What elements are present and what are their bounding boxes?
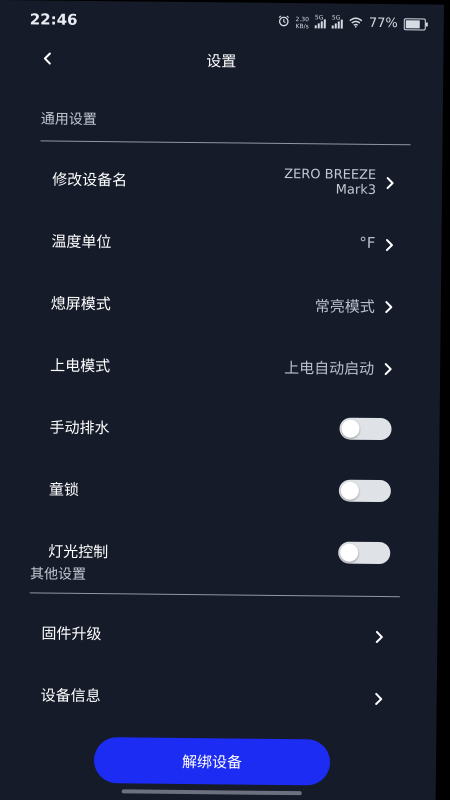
phone-frame: 22:46 2.30 KB/s 5G 5G 77% 设置 通用设置 修改设备名 … — [0, 0, 450, 800]
status-icons: 2.30 KB/s 5G 5G 77% — [277, 14, 426, 32]
cellular-signal-icon: 5G — [314, 14, 326, 29]
child-lock-toggle[interactable] — [338, 479, 391, 503]
page-title: 设置 — [206, 52, 237, 71]
device-name-line1: ZERO BREEZE — [284, 166, 377, 183]
settings-screen: 22:46 2.30 KB/s 5G 5G 77% 设置 通用设置 修改设备名 … — [0, 0, 444, 800]
chevron-right-icon — [385, 239, 393, 252]
row-label: 固件升级 — [41, 624, 102, 644]
battery-percent: 77% — [368, 15, 398, 32]
row-manual-drain: 手动排水 — [39, 406, 395, 450]
row-light-control: 灯光控制 — [38, 530, 394, 574]
row-device-info[interactable]: 设备信息 — [31, 674, 387, 718]
row-label: 修改设备名 — [52, 170, 128, 190]
wifi-icon — [349, 16, 363, 30]
chevron-right-icon — [384, 363, 392, 376]
row-power-on-mode[interactable]: 上电模式 上电自动启动 — [40, 344, 396, 388]
chevron-right-icon — [385, 301, 393, 314]
row-screen-off-mode[interactable]: 熄屏模式 常亮模式 — [41, 282, 397, 326]
signal-label: 5G — [331, 14, 341, 22]
row-label: 上电模式 — [50, 356, 111, 376]
alarm-icon — [277, 15, 289, 30]
network-speed: 2.30 KB/s — [295, 16, 309, 30]
section-divider — [40, 140, 411, 146]
section-divider — [29, 592, 400, 598]
row-label: 灯光控制 — [48, 542, 109, 562]
row-label: 童锁 — [48, 480, 79, 499]
section-title-other: 其他设置 — [29, 566, 87, 583]
chevron-right-icon — [375, 630, 383, 643]
row-firmware-upgrade[interactable]: 固件升级 — [31, 612, 387, 656]
signal-label: 5G — [314, 14, 324, 22]
screen-off-mode-value: 常亮模式 — [314, 297, 375, 316]
device-name-value: ZERO BREEZE Mark3 — [284, 167, 376, 198]
status-time: 22:46 — [29, 10, 78, 29]
toggle-knob — [340, 543, 359, 562]
section-title-general: 通用设置 — [40, 111, 97, 129]
home-indicator[interactable] — [121, 789, 302, 796]
manual-drain-toggle[interactable] — [339, 417, 392, 441]
power-on-mode-value: 上电自动启动 — [284, 358, 375, 378]
row-device-name[interactable]: 修改设备名 ZERO BREEZE Mark3 — [42, 158, 398, 202]
row-label: 设备信息 — [40, 686, 101, 706]
row-child-lock: 童锁 — [39, 468, 395, 512]
toggle-knob — [340, 481, 359, 500]
unbind-device-button[interactable]: 解绑设备 — [93, 737, 331, 786]
battery-icon — [403, 17, 426, 30]
network-speed-unit: KB/s — [295, 22, 309, 30]
temperature-unit-value: °F — [359, 233, 376, 252]
light-control-toggle[interactable] — [338, 541, 391, 565]
row-temperature-unit[interactable]: 温度单位 °F — [41, 220, 397, 264]
chevron-right-icon — [386, 177, 394, 190]
row-label: 熄屏模式 — [50, 294, 111, 314]
device-name-line2: Mark3 — [335, 182, 377, 198]
chevron-right-icon — [375, 692, 383, 705]
nav-bar: 设置 — [0, 40, 444, 81]
toggle-knob — [341, 419, 360, 438]
cellular-signal-icon: 5G — [331, 14, 343, 29]
row-label: 手动排水 — [49, 418, 110, 438]
row-label: 温度单位 — [51, 232, 112, 252]
